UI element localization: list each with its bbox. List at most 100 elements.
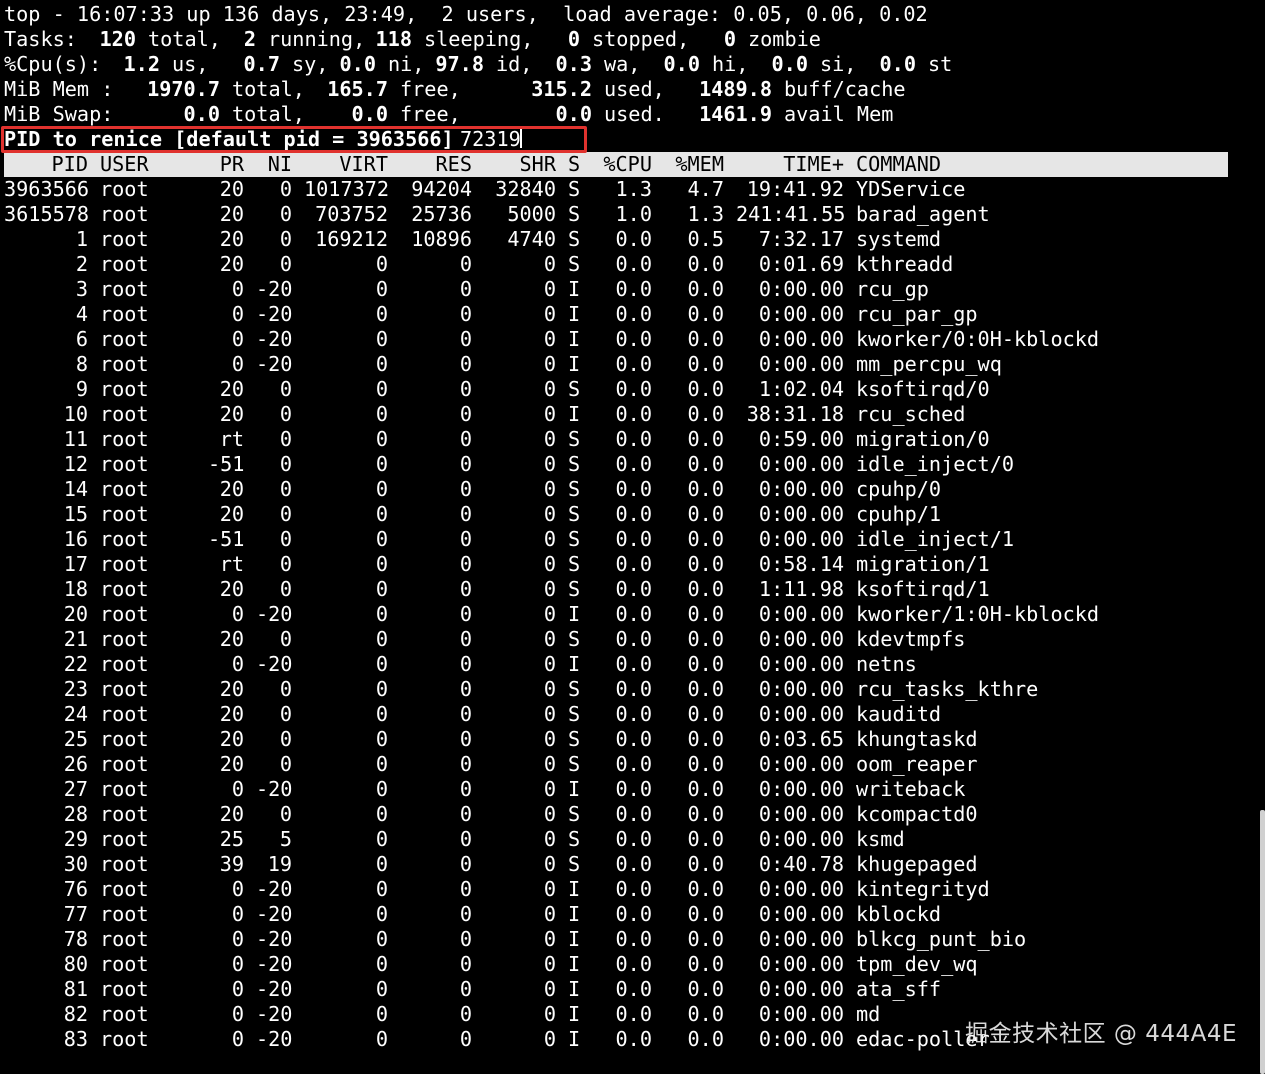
swap-free-label: free, [400, 102, 461, 126]
col-virt[interactable]: VIRT [304, 152, 388, 177]
cell-pid: 21 [63, 627, 88, 651]
process-row[interactable]: 3963566 root 20 0 1017372 94204 32840 S 1.3 4.7 19… [4, 177, 965, 202]
cell-shr: 0 [543, 552, 556, 576]
cell-pr: 0 [231, 352, 244, 376]
process-row[interactable]: 80 root 0 -20 0 0 0 I 0.0 0.0 0:00.00 tpm_dev_wq [4, 952, 978, 977]
process-row[interactable]: 82 root 0 -20 0 0 0 I 0.0 0.0 0:00.00 md [4, 1002, 881, 1027]
process-row[interactable]: 76 root 0 -20 0 0 0 I 0.0 0.0 0:00.00 kintegrityd [4, 877, 990, 902]
cell-mem: 0.0 [687, 702, 724, 726]
process-row[interactable]: 8 root 0 -20 0 0 0 I 0.0 0.0 0:00.00 mm_percpu_wq [4, 352, 1002, 377]
process-row[interactable]: 23 root 20 0 0 0 0 S 0.0 0.0 0:00.00 rcu_tasks_kthr… [4, 677, 1039, 702]
process-row[interactable]: 77 root 0 -20 0 0 0 I 0.0 0.0 0:00.00 kblockd [4, 902, 941, 927]
cell-state: S [568, 452, 581, 476]
mem-free: 165.7 [327, 77, 388, 101]
cell-command: mm_percpu_wq [856, 352, 1002, 376]
process-row[interactable]: 17 root rt 0 0 0 0 S 0.0 0.0 0:58.14 migration/1 [4, 552, 990, 577]
process-row[interactable]: 9 root 20 0 0 0 0 S 0.0 0.0 1:02.04 ksoftirqd/0 [4, 377, 990, 402]
cell-mem: 0.0 [687, 727, 724, 751]
process-row[interactable]: 3 root 0 -20 0 0 0 I 0.0 0.0 0:00.00 rcu_gp [4, 277, 929, 302]
cell-user: root [100, 852, 149, 876]
process-row[interactable]: 4 root 0 -20 0 0 0 I 0.0 0.0 0:00.00 rcu_par_gp [4, 302, 978, 327]
tasks-total: 120 [99, 27, 136, 51]
cell-state: I [568, 877, 581, 901]
col-command[interactable]: COMMAND [856, 152, 941, 177]
process-row[interactable]: 27 root 0 -20 0 0 0 I 0.0 0.0 0:00.00 writeback [4, 777, 966, 802]
cell-user: root [100, 752, 149, 776]
cell-pid: 2 [75, 252, 88, 276]
col-res[interactable]: RES [400, 152, 472, 177]
process-row[interactable]: 78 root 0 -20 0 0 0 I 0.0 0.0 0:00.00 blkcg_punt_bi… [4, 927, 1026, 952]
cell-pr: 20 [219, 702, 244, 726]
process-row[interactable]: 15 root 20 0 0 0 0 S 0.0 0.0 0:00.00 cpuhp/1 [4, 502, 941, 527]
cell-shr: 32840 [495, 177, 556, 201]
process-row[interactable]: 2 root 20 0 0 0 0 S 0.0 0.0 0:01.69 kthreadd [4, 252, 953, 277]
process-row[interactable]: 12 root -51 0 0 0 0 S 0.0 0.0 0:00.00 idle_inject/0 [4, 452, 1014, 477]
scrollbar-thumb[interactable] [1260, 810, 1265, 1074]
process-row[interactable]: 22 root 0 -20 0 0 0 I 0.0 0.0 0:00.00 netns [4, 652, 917, 677]
cell-pr: 0 [231, 952, 244, 976]
cell-state: S [568, 852, 581, 876]
terminal[interactable]: top - 16:07:33 up 136 days, 23:49, 2 use… [1, 2, 1228, 1052]
process-row[interactable]: 81 root 0 -20 0 0 0 I 0.0 0.0 0:00.00 ata_sff [4, 977, 941, 1002]
col-pr[interactable]: PR [208, 152, 244, 177]
cell-res: 0 [459, 452, 472, 476]
process-row[interactable]: 24 root 20 0 0 0 0 S 0.0 0.0 0:00.00 kauditd [4, 702, 941, 727]
process-row[interactable]: 21 root 20 0 0 0 0 S 0.0 0.0 0:00.00 kdevtmpfs [4, 627, 966, 652]
col-ni[interactable]: NI [256, 152, 292, 177]
cell-pid: 83 [63, 1027, 88, 1051]
cell-user: root [100, 377, 149, 401]
cell-shr: 0 [543, 577, 556, 601]
process-row[interactable]: 29 root 25 5 0 0 0 S 0.0 0.0 0:00.00 ksmd [4, 827, 905, 852]
col-cpu[interactable]: %CPU [592, 152, 652, 177]
process-row[interactable]: 20 root 0 -20 0 0 0 I 0.0 0.0 0:00.00 kworker/1:0H-… [4, 602, 1099, 627]
mem-used: 315.2 [531, 77, 592, 101]
cell-ni: 0 [279, 802, 292, 826]
cell-ni: 0 [279, 402, 292, 426]
process-row[interactable]: 11 root rt 0 0 0 0 S 0.0 0.0 0:59.00 migration/0 [4, 427, 990, 452]
cell-user: root [100, 427, 149, 451]
cell-res: 0 [459, 952, 472, 976]
col-state[interactable]: S [568, 152, 580, 177]
col-shr[interactable]: SHR [484, 152, 556, 177]
process-row[interactable]: 28 root 20 0 0 0 0 S 0.0 0.0 0:00.00 kcompactd0 [4, 802, 978, 827]
cpu-ni-label: ni, [388, 52, 425, 76]
cell-pr: 20 [219, 577, 244, 601]
cell-time: 0:40.78 [758, 852, 844, 876]
process-row[interactable]: 16 root -51 0 0 0 0 S 0.0 0.0 0:00.00 idle_inject/1 [4, 527, 1014, 552]
cell-command: rcu_tasks_kthre [856, 677, 1039, 701]
col-time[interactable]: TIME+ [736, 152, 844, 177]
cell-mem: 0.0 [687, 452, 724, 476]
process-row[interactable]: 25 root 20 0 0 0 0 S 0.0 0.0 0:03.65 khungtaskd [4, 727, 978, 752]
process-row[interactable]: 3615578 root 20 0 703752 25736 5000 S 1.0 1.3 241:… [4, 202, 990, 227]
cell-virt: 0 [375, 402, 388, 426]
process-row[interactable]: 18 root 20 0 0 0 0 S 0.0 0.0 1:11.98 ksoftirqd/1 [4, 577, 990, 602]
cell-cpu: 0.0 [615, 477, 652, 501]
cell-shr: 0 [543, 452, 556, 476]
process-row[interactable]: 10 root 20 0 0 0 0 I 0.0 0.0 38:31.18 rcu_sched [4, 402, 966, 427]
cell-cpu: 0.0 [615, 252, 652, 276]
cell-time: 0:03.65 [758, 727, 844, 751]
process-row[interactable]: 30 root 39 19 0 0 0 S 0.0 0.0 0:40.78 khugepaged [4, 852, 978, 877]
cell-state: I [568, 777, 581, 801]
cell-time: 0:59.00 [758, 427, 844, 451]
cpu-si: 0.0 [771, 52, 808, 76]
process-row[interactable]: 83 root 0 -20 0 0 0 I 0.0 0.0 0:00.00 edac-poller [4, 1027, 990, 1052]
cell-pr: 20 [219, 402, 244, 426]
process-row[interactable]: 6 root 0 -20 0 0 0 I 0.0 0.0 0:00.00 kworker/0:0H-k… [4, 327, 1099, 352]
cell-user: root [100, 627, 149, 651]
col-user[interactable]: USER [100, 152, 149, 177]
cell-command: kdevtmpfs [856, 627, 966, 651]
cell-pr: 20 [219, 202, 244, 226]
process-row[interactable]: 14 root 20 0 0 0 0 S 0.0 0.0 0:00.00 cpuhp/0 [4, 477, 941, 502]
cell-cpu: 0.0 [615, 427, 652, 451]
cell-pr: 0 [231, 602, 244, 626]
process-row[interactable]: 26 root 20 0 0 0 0 S 0.0 0.0 0:00.00 oom_reaper [4, 752, 978, 777]
cell-res: 0 [459, 377, 472, 401]
cell-ni: 0 [279, 427, 292, 451]
col-mem[interactable]: %MEM [664, 152, 724, 177]
cpu-st: 0.0 [879, 52, 916, 76]
process-row[interactable]: 1 root 20 0 169212 10896 4740 S 0.0 0.5 7:32.17 sys… [4, 227, 941, 252]
cell-state: I [568, 652, 581, 676]
cell-pid: 30 [63, 852, 88, 876]
col-pid[interactable]: PID [4, 152, 88, 177]
